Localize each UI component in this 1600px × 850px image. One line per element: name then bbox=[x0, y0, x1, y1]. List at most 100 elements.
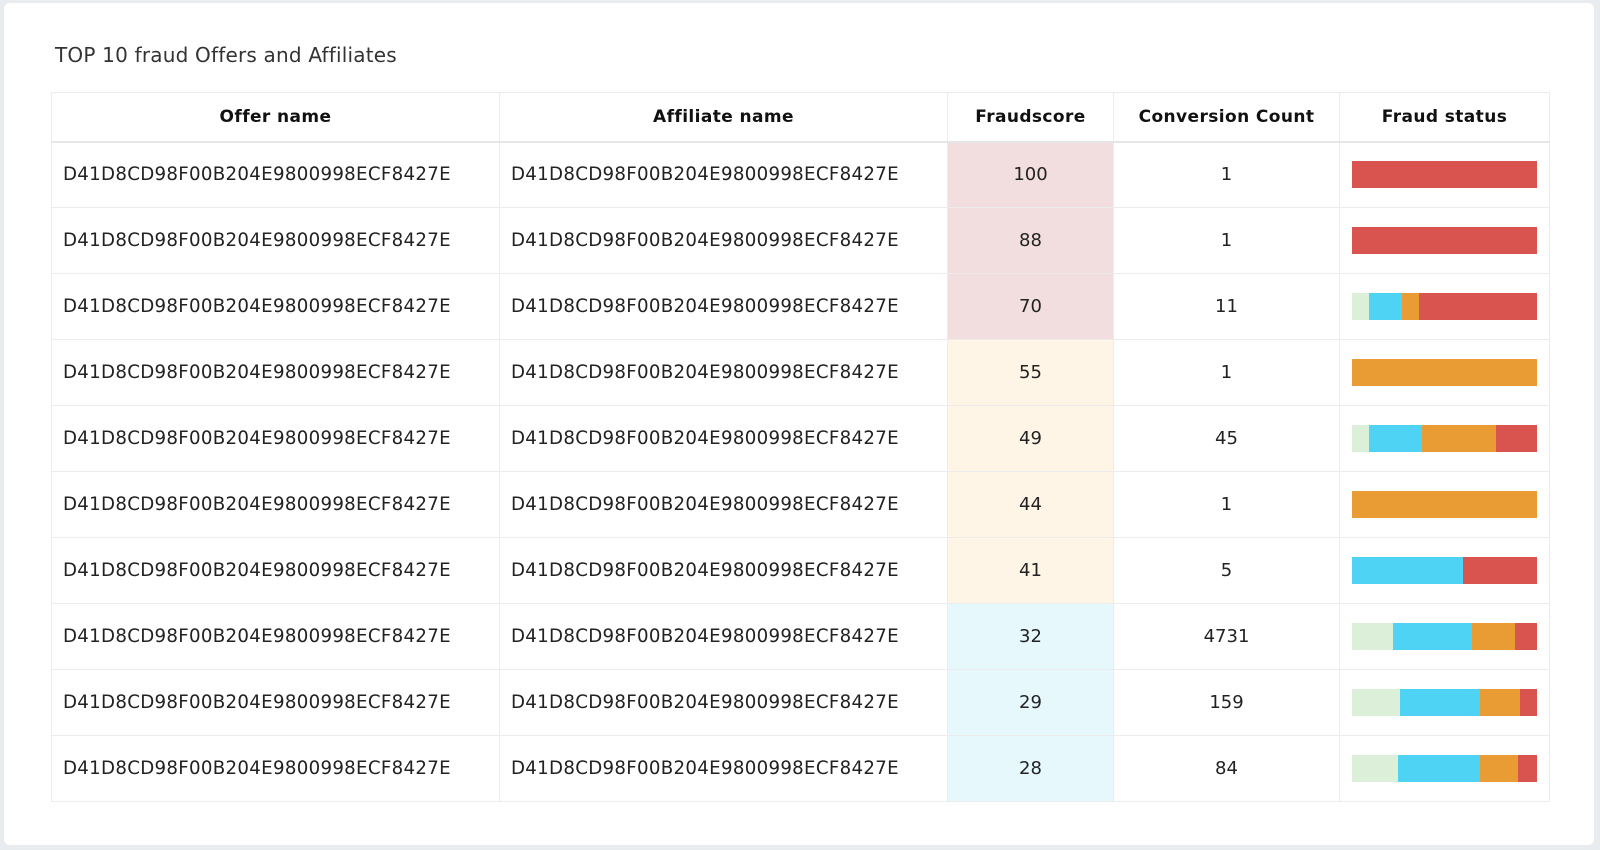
fraudscore-cell: 49 bbox=[947, 405, 1114, 472]
offer-name-cell: D41D8CD98F00B204E9800998ECF8427E bbox=[51, 273, 500, 340]
fraud-status-cell bbox=[1339, 603, 1550, 670]
affiliate-name-cell: D41D8CD98F00B204E9800998ECF8427E bbox=[499, 669, 948, 736]
offer-name-cell: D41D8CD98F00B204E9800998ECF8427E bbox=[51, 471, 500, 538]
conversion-count-cell: 5 bbox=[1113, 537, 1340, 604]
status-segment-low bbox=[1368, 425, 1423, 452]
status-segment-high bbox=[1518, 755, 1537, 782]
offer-name-cell: D41D8CD98F00B204E9800998ECF8427E bbox=[51, 405, 500, 472]
conversion-count-cell: 4731 bbox=[1113, 603, 1340, 670]
status-segment-high bbox=[1352, 227, 1537, 254]
affiliate-name-cell: D41D8CD98F00B204E9800998ECF8427E bbox=[499, 735, 948, 802]
affiliate-name-cell: D41D8CD98F00B204E9800998ECF8427E bbox=[499, 471, 948, 538]
offer-name-cell: D41D8CD98F00B204E9800998ECF8427E bbox=[51, 141, 500, 208]
status-segment-high bbox=[1514, 623, 1537, 650]
fraud-status-bar bbox=[1352, 755, 1537, 782]
fraud-status-cell bbox=[1339, 405, 1550, 472]
status-segment-high bbox=[1496, 425, 1537, 452]
fraud-status-cell bbox=[1339, 273, 1550, 340]
fraud-status-cell bbox=[1339, 207, 1550, 274]
conversion-count-cell: 1 bbox=[1113, 207, 1340, 274]
table-row[interactable]: D41D8CD98F00B204E9800998ECF8427E D41D8CD9… bbox=[51, 339, 1550, 406]
status-segment-medium bbox=[1422, 425, 1497, 452]
offer-name-cell: D41D8CD98F00B204E9800998ECF8427E bbox=[51, 603, 500, 670]
fraud-status-cell bbox=[1339, 141, 1550, 208]
column-header-conversion-count[interactable]: Conversion Count bbox=[1113, 92, 1340, 143]
status-segment-clean bbox=[1352, 689, 1401, 716]
fraud-status-bar bbox=[1352, 161, 1537, 189]
fraudscore-cell: 55 bbox=[947, 339, 1114, 406]
affiliate-name-cell: D41D8CD98F00B204E9800998ECF8427E bbox=[499, 273, 948, 340]
fraudscore-cell: 100 bbox=[947, 141, 1114, 208]
conversion-count-cell: 1 bbox=[1113, 141, 1340, 208]
status-segment-low bbox=[1398, 755, 1480, 782]
conversion-count-cell: 1 bbox=[1113, 471, 1340, 538]
offer-name-cell: D41D8CD98F00B204E9800998ECF8427E bbox=[51, 669, 500, 736]
fraud-status-bar bbox=[1352, 425, 1537, 452]
status-segment-high bbox=[1463, 557, 1537, 584]
fraud-status-bar bbox=[1352, 293, 1537, 320]
fraud-status-cell bbox=[1339, 669, 1550, 736]
column-header-fraud-status[interactable]: Fraud status bbox=[1339, 92, 1550, 143]
conversion-count-cell: 11 bbox=[1113, 273, 1340, 340]
table-row[interactable]: D41D8CD98F00B204E9800998ECF8427E D41D8CD9… bbox=[51, 537, 1550, 604]
status-segment-low bbox=[1392, 623, 1473, 650]
fraud-status-bar bbox=[1352, 359, 1537, 386]
status-segment-low bbox=[1352, 557, 1463, 584]
fraud-status-cell bbox=[1339, 537, 1550, 604]
status-segment-clean bbox=[1352, 425, 1369, 452]
fraud-table: Offer name Affiliate name Fraudscore Con… bbox=[51, 92, 1550, 802]
offer-name-cell: D41D8CD98F00B204E9800998ECF8427E bbox=[51, 207, 500, 274]
status-segment-medium bbox=[1352, 491, 1537, 518]
conversion-count-cell: 84 bbox=[1113, 735, 1340, 802]
fraud-status-bar bbox=[1352, 557, 1537, 584]
status-segment-low bbox=[1368, 293, 1402, 320]
status-segment-medium bbox=[1352, 359, 1537, 386]
fraudscore-cell: 70 bbox=[947, 273, 1114, 340]
column-header-offer-name[interactable]: Offer name bbox=[51, 92, 500, 143]
fraudscore-cell: 32 bbox=[947, 603, 1114, 670]
fraud-status-cell bbox=[1339, 339, 1550, 406]
fraudscore-cell: 28 bbox=[947, 735, 1114, 802]
fraudscore-cell: 44 bbox=[947, 471, 1114, 538]
table-row[interactable]: D41D8CD98F00B204E9800998ECF8427E D41D8CD9… bbox=[51, 669, 1550, 736]
fraudscore-cell: 29 bbox=[947, 669, 1114, 736]
status-segment-high bbox=[1520, 689, 1537, 716]
table-row[interactable]: D41D8CD98F00B204E9800998ECF8427E D41D8CD9… bbox=[51, 405, 1550, 472]
table-row[interactable]: D41D8CD98F00B204E9800998ECF8427E D41D8CD9… bbox=[51, 273, 1550, 340]
offer-name-cell: D41D8CD98F00B204E9800998ECF8427E bbox=[51, 537, 500, 604]
status-segment-clean bbox=[1352, 293, 1369, 320]
conversion-count-cell: 45 bbox=[1113, 405, 1340, 472]
column-header-affiliate-name[interactable]: Affiliate name bbox=[499, 92, 948, 143]
affiliate-name-cell: D41D8CD98F00B204E9800998ECF8427E bbox=[499, 405, 948, 472]
fraud-status-bar bbox=[1352, 227, 1537, 254]
status-segment-medium bbox=[1472, 623, 1515, 650]
status-segment-medium bbox=[1401, 293, 1419, 320]
status-segment-clean bbox=[1352, 623, 1393, 650]
affiliate-name-cell: D41D8CD98F00B204E9800998ECF8427E bbox=[499, 141, 948, 208]
table-row[interactable]: D41D8CD98F00B204E9800998ECF8427E D41D8CD9… bbox=[51, 735, 1550, 802]
fraudscore-cell: 41 bbox=[947, 537, 1114, 604]
offer-name-cell: D41D8CD98F00B204E9800998ECF8427E bbox=[51, 339, 500, 406]
status-segment-clean bbox=[1352, 755, 1399, 782]
offer-name-cell: D41D8CD98F00B204E9800998ECF8427E bbox=[51, 735, 500, 802]
status-segment-medium bbox=[1479, 689, 1521, 716]
status-segment-low bbox=[1400, 689, 1480, 716]
table-row[interactable]: D41D8CD98F00B204E9800998ECF8427E D41D8CD9… bbox=[51, 207, 1550, 274]
conversion-count-cell: 159 bbox=[1113, 669, 1340, 736]
table-header-row: Offer name Affiliate name Fraudscore Con… bbox=[51, 92, 1550, 143]
fraud-status-bar bbox=[1352, 689, 1537, 716]
status-segment-medium bbox=[1479, 755, 1519, 782]
fraud-status-cell bbox=[1339, 471, 1550, 538]
affiliate-name-cell: D41D8CD98F00B204E9800998ECF8427E bbox=[499, 207, 948, 274]
widget-title: TOP 10 fraud Offers and Affiliates bbox=[55, 43, 397, 67]
affiliate-name-cell: D41D8CD98F00B204E9800998ECF8427E bbox=[499, 339, 948, 406]
fraud-status-bar bbox=[1352, 491, 1537, 518]
table-row[interactable]: D41D8CD98F00B204E9800998ECF8427E D41D8CD9… bbox=[51, 141, 1550, 208]
column-header-fraudscore[interactable]: Fraudscore bbox=[947, 92, 1114, 143]
fraudscore-cell: 88 bbox=[947, 207, 1114, 274]
conversion-count-cell: 1 bbox=[1113, 339, 1340, 406]
table-row[interactable]: D41D8CD98F00B204E9800998ECF8427E D41D8CD9… bbox=[51, 471, 1550, 538]
table-row[interactable]: D41D8CD98F00B204E9800998ECF8427E D41D8CD9… bbox=[51, 603, 1550, 670]
affiliate-name-cell: D41D8CD98F00B204E9800998ECF8427E bbox=[499, 603, 948, 670]
fraud-status-bar bbox=[1352, 623, 1537, 650]
